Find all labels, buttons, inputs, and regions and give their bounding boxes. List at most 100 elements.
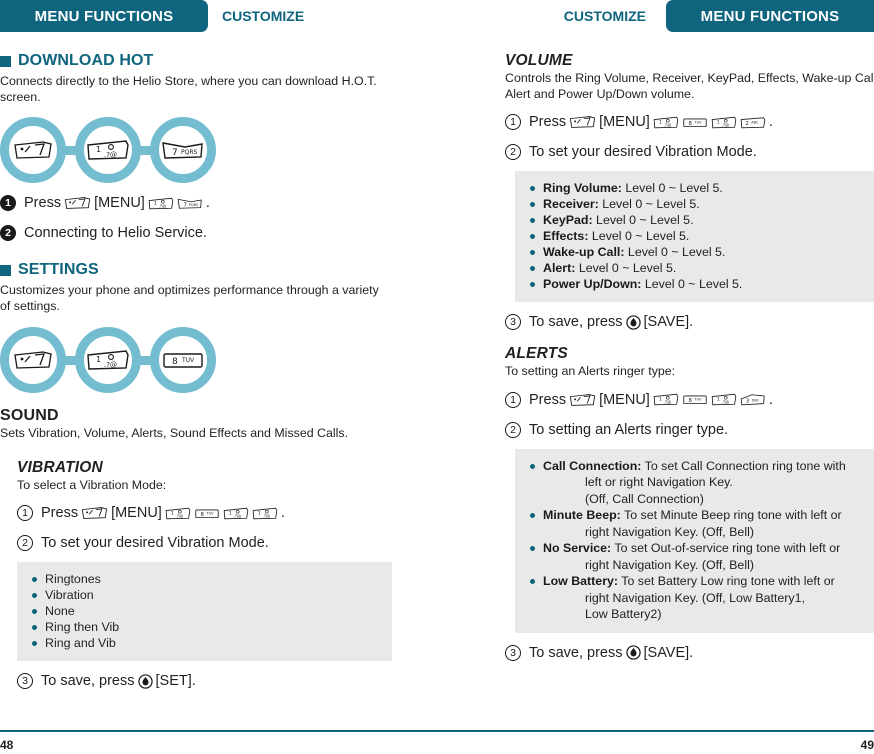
option-continuation: (Off, Call Connection)	[585, 491, 704, 506]
option-value: Level 0 ~ Level 5.	[644, 277, 743, 291]
tab-menu-functions-left[interactable]: MENU FUNCTIONS	[0, 0, 208, 32]
circle-key-7	[150, 117, 216, 183]
option-name: Power Up/Down:	[543, 277, 642, 291]
footer-divider	[0, 730, 874, 732]
step-item: 1 Press [MENU] .	[0, 193, 392, 213]
menu-key-icon	[81, 506, 108, 520]
step-item: 1 Press [MENU] .	[505, 390, 874, 410]
step-save-key-label: [SAVE].	[643, 644, 694, 661]
step-item: 2 Connecting to Helio Service.	[0, 223, 392, 243]
key-1-icon	[86, 349, 130, 371]
list-item: Receiver: Level 0 ~ Level 5.	[527, 196, 874, 212]
menu-key-icon	[13, 140, 53, 160]
step-press-label: Press	[529, 391, 567, 408]
key-1-icon	[86, 139, 130, 161]
volume-options-list: Ring Volume: Level 0 ~ Level 5. Receiver…	[527, 180, 874, 292]
option-value: Level 0 ~ Level 5.	[591, 229, 690, 243]
step-press-label: Press	[24, 195, 62, 211]
option-name: Low Battery:	[543, 574, 619, 588]
step-suffix: .	[768, 114, 773, 130]
section-title-text: DOWNLOAD HOT	[18, 52, 154, 69]
circle-key-1	[75, 117, 141, 183]
step-item: 1 Press [MENU] .	[17, 503, 392, 523]
step-item: 3 To save, press [SET].	[17, 671, 392, 691]
list-item: Ring then Vib	[29, 619, 380, 635]
vibration-options-list: Ringtones Vibration None Ring then Vib R…	[29, 571, 380, 651]
step-save-key-label: [SAVE].	[643, 314, 694, 330]
option-name: Alert:	[543, 261, 576, 275]
menu-key-icon	[569, 393, 596, 407]
section-heading-settings: SETTINGS	[0, 261, 392, 279]
step-suffix: .	[768, 391, 773, 408]
step-suffix: .	[205, 195, 210, 211]
alerts-options-box: Call Connection: To set Call Connection …	[515, 448, 874, 633]
left-column: DOWNLOAD HOT Connects directly to the He…	[0, 52, 392, 691]
option-continuation: right Navigation Key. (Off, Bell)	[585, 524, 754, 539]
option-name: Ring Volume:	[543, 181, 622, 195]
key-8-icon	[161, 349, 205, 371]
section-title-text: SETTINGS	[18, 261, 99, 278]
key-1-icon	[653, 393, 679, 406]
menu-key-icon	[64, 196, 91, 210]
menu-key-icon	[569, 115, 596, 129]
option-name: KeyPad:	[543, 213, 593, 227]
list-item: Ring and Vib	[29, 635, 380, 651]
volume-description: Controls the Ring Volume, Receiver, KeyP…	[505, 71, 874, 101]
volume-options-box: Ring Volume: Level 0 ~ Level 5. Receiver…	[515, 171, 874, 302]
key-8-icon	[194, 507, 220, 520]
option-continuation: right Navigation Key. (Off, Low Battery1…	[585, 590, 805, 605]
list-item: KeyPad: Level 0 ~ Level 5.	[527, 212, 874, 228]
step-menu-label: [MENU]	[599, 114, 650, 130]
tab-menu-functions-right[interactable]: MENU FUNCTIONS	[666, 0, 874, 32]
settings-description: Customizes your phone and optimizes perf…	[0, 283, 379, 313]
set-button-icon	[138, 674, 153, 689]
tab-customize-left[interactable]: CUSTOMIZE	[222, 0, 304, 32]
option-name: Call Connection:	[543, 458, 642, 473]
key-3-icon	[740, 393, 766, 406]
vibration-options-box: Ringtones Vibration None Ring then Vib R…	[17, 562, 392, 661]
key-1-icon	[252, 507, 278, 520]
vibration-block: VIBRATION To select a Vibration Mode: 1 …	[17, 459, 392, 692]
step-number-outline: 3	[505, 644, 521, 661]
step-save-label: To save, press	[529, 314, 623, 330]
key-1-icon	[653, 116, 679, 129]
subsection-heading-volume: VOLUME	[505, 52, 573, 69]
step-text: To set your desired Vibration Mode.	[529, 144, 757, 160]
vibration-description: To select a Vibration Mode:	[17, 477, 167, 492]
save-button-icon	[626, 315, 641, 330]
settings-key-chain	[0, 327, 392, 393]
right-column: VOLUME Controls the Ring Volume, Receive…	[505, 52, 874, 663]
option-value: Level 0 ~ Level 5.	[627, 245, 726, 259]
option-name: Wake-up Call:	[543, 245, 625, 259]
step-item: 3 To save, press [SAVE].	[505, 312, 874, 332]
menu-key-icon	[13, 350, 53, 370]
option-name: Effects:	[543, 229, 589, 243]
step-menu-label: [MENU]	[599, 391, 650, 408]
tab-customize-right[interactable]: CUSTOMIZE	[564, 0, 646, 32]
alerts-options-list: Call Connection: To set Call Connection …	[527, 458, 874, 623]
option-value: Level 0 ~ Level 5.	[625, 181, 723, 195]
step-text: Connecting to Helio Service.	[24, 225, 207, 241]
sound-description: Sets Vibration, Volume, Alerts, Sound Ef…	[0, 426, 349, 440]
option-name: No Service:	[543, 541, 612, 555]
step-number-outline: 2	[505, 144, 521, 160]
option-value: Level 0 ~ Level 5.	[578, 261, 677, 275]
step-number-outline: 2	[17, 535, 33, 551]
option-continuation: Low Battery2)	[585, 607, 662, 621]
list-item: None	[29, 603, 380, 619]
key-8-icon	[682, 393, 708, 406]
save-button-icon	[626, 645, 641, 660]
step-set-label: [SET].	[155, 673, 196, 689]
page-header: MENU FUNCTIONS CUSTOMIZE CUSTOMIZE MENU …	[0, 0, 874, 34]
option-name: Minute Beep:	[543, 508, 621, 522]
key-7-icon	[177, 197, 203, 210]
key-2-icon	[740, 116, 766, 129]
list-item: Alert: Level 0 ~ Level 5.	[527, 260, 874, 276]
option-value: To set Call Connection ring tone with	[644, 458, 846, 473]
key-1-icon	[148, 197, 174, 210]
key-1-icon	[711, 393, 737, 406]
list-item: Low Battery: To set Battery Low ring ton…	[527, 573, 874, 623]
step-number-outline: 1	[505, 391, 521, 408]
option-continuation: left or right Navigation Key.	[585, 475, 733, 489]
circle-key-1	[75, 327, 141, 393]
